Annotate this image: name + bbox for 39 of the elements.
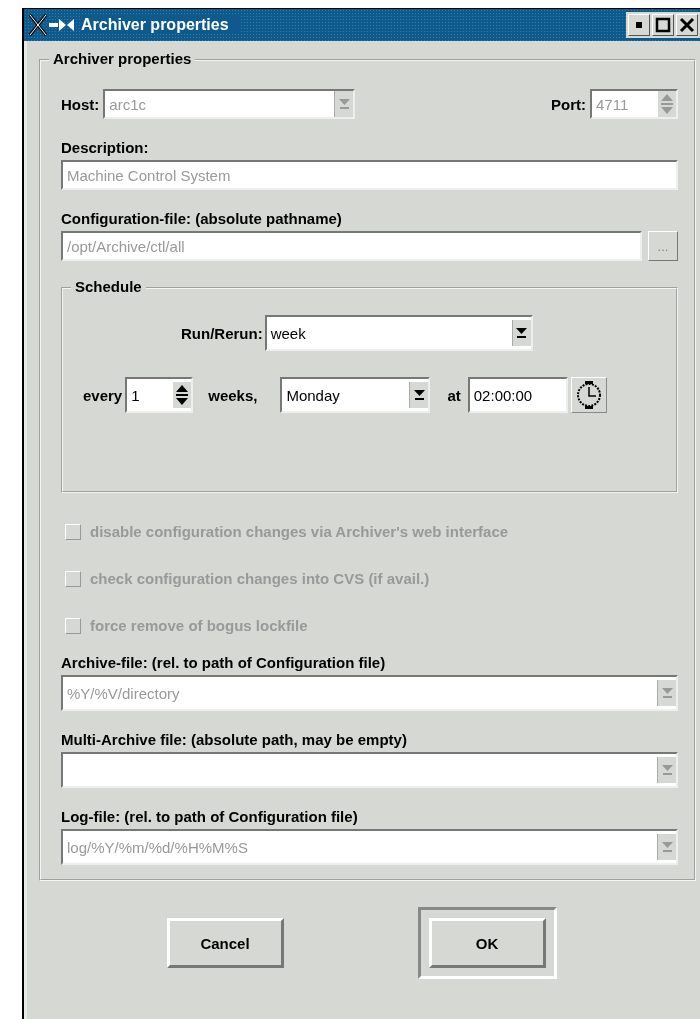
caret-icon xyxy=(661,688,673,698)
file-label: Archive-file: (rel. to path of Configuration file) xyxy=(61,654,387,671)
weekday-dropdown[interactable]: Monday xyxy=(280,377,431,413)
caret-icon xyxy=(661,842,673,852)
checkbox-label: force remove of bogus lockfile xyxy=(90,617,308,634)
cancel-button[interactable]: Cancel xyxy=(166,918,284,968)
caret-icon xyxy=(516,328,528,338)
clock-button[interactable] xyxy=(570,377,607,413)
window-title: Archiver properties xyxy=(81,16,239,34)
config-file-label: Configuration-file: (absolute pathname) xyxy=(61,210,343,227)
host-label: Host: xyxy=(61,95,100,113)
dropdown-button[interactable] xyxy=(409,382,429,408)
port-label: Port: xyxy=(551,95,586,113)
interval-spinbox[interactable]: 1 xyxy=(125,377,194,413)
window-menu-icon xyxy=(29,14,75,36)
caret-icon xyxy=(413,390,425,400)
checkbox-label: disable configuration changes via Archiver's web interface xyxy=(90,523,509,540)
file-label: Log-file: (rel. to path of Configuration file) xyxy=(61,808,359,825)
every-label: every xyxy=(83,386,123,404)
schedule-title: Schedule xyxy=(71,278,146,295)
maximize-button[interactable] xyxy=(652,14,674,36)
minimize-button[interactable] xyxy=(628,14,650,36)
spin-buttons[interactable] xyxy=(173,382,192,408)
run-rerun-label: Run/Rerun: xyxy=(181,324,263,342)
dropdown-button[interactable] xyxy=(511,320,531,346)
caret-icon xyxy=(338,99,350,109)
time-field[interactable]: 02:00:00 xyxy=(467,377,568,413)
group-title: Archiver properties xyxy=(49,50,196,67)
at-label: at xyxy=(447,386,461,404)
file-label: Multi-Archive file: (absolute path, may be empty) xyxy=(61,731,408,748)
caret-icon xyxy=(661,765,673,775)
checkbox-label: check configuration changes into CVS (if avail.) xyxy=(90,570,430,587)
ok-button[interactable]: OK xyxy=(428,918,546,968)
close-button[interactable] xyxy=(676,14,698,36)
weeks-label: weeks, xyxy=(208,386,258,404)
up-down-arrows-icon xyxy=(661,93,673,115)
run-rerun-dropdown[interactable]: week xyxy=(264,315,533,351)
description-label: Description: xyxy=(61,139,150,156)
up-down-arrows-icon xyxy=(176,384,189,406)
